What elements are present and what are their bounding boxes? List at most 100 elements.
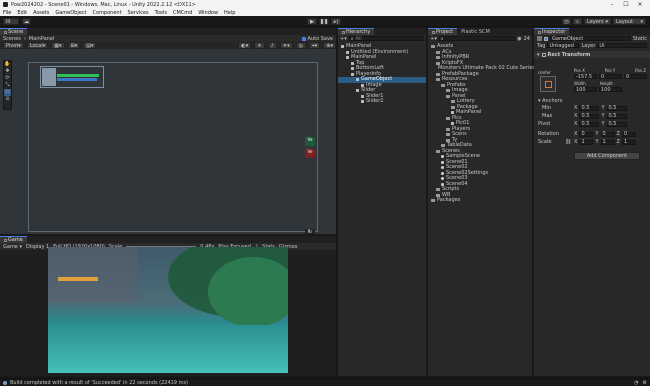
rect-tool-icon[interactable]: ▭ [4, 89, 11, 96]
rotation-z-field[interactable]: 0 [621, 131, 636, 137]
rotation-x-field[interactable]: 0 [579, 131, 594, 137]
constrain-proportions-icon[interactable]: ⛓ [565, 139, 572, 145]
tab-inspector[interactable]: Inspector [534, 28, 570, 35]
minimize-icon[interactable]: – [605, 1, 619, 8]
effects-icon[interactable]: ✦▾ [279, 42, 293, 49]
max-y-field[interactable]: 0.5 [606, 113, 627, 119]
project-item[interactable]: Packages [428, 197, 532, 204]
object-name-field[interactable]: GameObject [550, 36, 631, 42]
rect-transform-header[interactable]: Rect Transform [548, 52, 591, 58]
scene-breadcrumb-mainpanel[interactable]: MainPanel [29, 36, 54, 42]
scene-camera-icon[interactable]: ⌖▾ [308, 42, 321, 49]
project-search[interactable]: ⌕ [438, 35, 516, 42]
close-icon[interactable]: ✕ [633, 1, 647, 8]
game-view-dropdown[interactable]: Game ▾ [3, 244, 22, 250]
hidden-objects-icon[interactable]: ◎ [295, 42, 306, 49]
move-tool-icon[interactable]: ✥ [4, 68, 11, 75]
anchor-preset-button[interactable] [540, 76, 556, 92]
pivot-x-field[interactable]: 0.5 [579, 121, 600, 127]
menu-help[interactable]: Help [224, 10, 235, 16]
2d-toggle[interactable]: ◐▾ [238, 42, 252, 49]
pos-y-field[interactable]: 0 [599, 74, 622, 80]
menu-window[interactable]: Window [198, 10, 218, 16]
cube-icon [361, 94, 364, 98]
debug-mode-icon[interactable]: ⚙ [643, 380, 647, 386]
create-plus-icon[interactable]: +▾ [340, 36, 347, 42]
snap-increment-icon[interactable]: ⊞▾ [67, 42, 81, 49]
gameobject-rect[interactable] [40, 66, 104, 88]
width-field[interactable]: 100 [574, 87, 597, 93]
pivot-dropdown[interactable]: Pivot ▾ [3, 42, 24, 49]
pause-button[interactable]: ❚❚ [319, 18, 329, 25]
scale-y-field[interactable]: 1 [600, 139, 615, 145]
scale-x-field[interactable]: 1 [579, 139, 594, 145]
tab-plastic-scm[interactable]: Plastic SCM [457, 28, 494, 35]
scene-btn-ve-2[interactable]: Ve [305, 149, 315, 158]
menu-cmcmd[interactable]: CMCmd [173, 10, 192, 16]
audio-icon[interactable]: ♪ [267, 42, 277, 49]
hierarchy-item[interactable]: Slider2 [338, 98, 426, 105]
menu-assets[interactable]: Assets [33, 10, 49, 16]
folder-icon [436, 56, 440, 60]
project-create-icon[interactable]: +▾ [430, 36, 437, 42]
active-checkbox[interactable] [544, 36, 548, 41]
autosave-checkbox[interactable] [301, 36, 306, 41]
layer-dropdown[interactable]: UI [597, 43, 647, 49]
tag-dropdown[interactable]: Untagged [547, 43, 580, 49]
pivot-y-field[interactable]: 0.5 [606, 121, 627, 127]
cube-icon [451, 122, 454, 126]
tab-game[interactable]: Game [0, 236, 27, 243]
tab-hierarchy[interactable]: Hierarchy [338, 28, 375, 35]
tab-project[interactable]: Project [428, 28, 458, 35]
play-button[interactable]: ▶ [307, 18, 317, 25]
maximize-icon[interactable]: ☐ [619, 1, 633, 8]
lighting-icon[interactable]: ☀ [254, 42, 265, 49]
min-x-field[interactable]: 0.5 [579, 105, 600, 111]
local-dropdown[interactable]: Local ▾ [26, 42, 49, 49]
account-button[interactable]: lll [3, 18, 19, 25]
cloud-icon[interactable]: ☁ [22, 18, 31, 25]
hand-tool-icon[interactable]: ✋ [4, 61, 11, 68]
hierarchy-search[interactable]: ⌕ All [348, 36, 424, 42]
menu-edit[interactable]: Edit [17, 10, 27, 16]
menu-component[interactable]: Component [93, 10, 122, 16]
scale-tool-icon[interactable]: ⤡ [4, 82, 11, 89]
pos-x-field[interactable]: -157.5 [574, 74, 597, 80]
gizmos-icon[interactable]: ⊕▾ [323, 42, 336, 49]
menu-tools[interactable]: Tools [155, 10, 167, 16]
menu-file[interactable]: File [3, 10, 11, 16]
scene-breadcrumb-scenes[interactable]: Scenes [3, 36, 21, 42]
scene-btn-ve-1[interactable]: Ve [305, 137, 315, 146]
scene-viewport[interactable]: Ve Ve Rr [0, 49, 336, 234]
max-x-field[interactable]: 0.5 [579, 113, 600, 119]
height-field[interactable]: 100 [599, 87, 622, 93]
pos-z-field[interactable]: 0 [624, 74, 647, 80]
transform-tool-icon[interactable]: ⊙ [4, 96, 11, 103]
add-component-button[interactable]: Add Component [574, 152, 640, 160]
tab-scene[interactable]: Scene [0, 28, 28, 35]
layout-dropdown[interactable]: Layout ▾ [613, 18, 646, 25]
cube-icon [346, 56, 349, 60]
display-dropdown[interactable]: Display 1 [26, 244, 49, 250]
layers-dropdown[interactable]: Layers ▾ [584, 18, 611, 25]
anchors-foldout[interactable]: ▾ Anchors [538, 98, 562, 104]
grid-size-icon[interactable]: ▤▾ [83, 42, 97, 49]
game-viewport[interactable] [48, 247, 288, 373]
scene-panel: Scene Scenes › MainPanel Auto Save Pivot… [0, 28, 336, 234]
cube-icon [351, 72, 354, 76]
rotate-tool-icon[interactable]: ⟳ [4, 75, 11, 82]
step-button[interactable]: ▸| [331, 18, 341, 25]
rotation-y-field[interactable]: 0 [600, 131, 615, 137]
search-icon[interactable]: ⌕ [573, 18, 582, 25]
filter-icon[interactable]: ◉ [517, 36, 521, 42]
scale-z-field[interactable]: 1 [621, 139, 636, 145]
history-icon[interactable]: ◷ [562, 18, 571, 25]
grid-snap-icon[interactable]: ▦▾ [51, 42, 65, 49]
scene-btn-rr[interactable]: Rr [305, 229, 315, 234]
static-toggle[interactable]: Static [633, 36, 647, 42]
scene-icon [441, 166, 444, 170]
min-y-field[interactable]: 0.5 [606, 105, 627, 111]
menu-gameobject[interactable]: GameObject [55, 10, 86, 16]
menu-services[interactable]: Services [128, 10, 149, 16]
search-icon: ⌕ [440, 35, 444, 42]
